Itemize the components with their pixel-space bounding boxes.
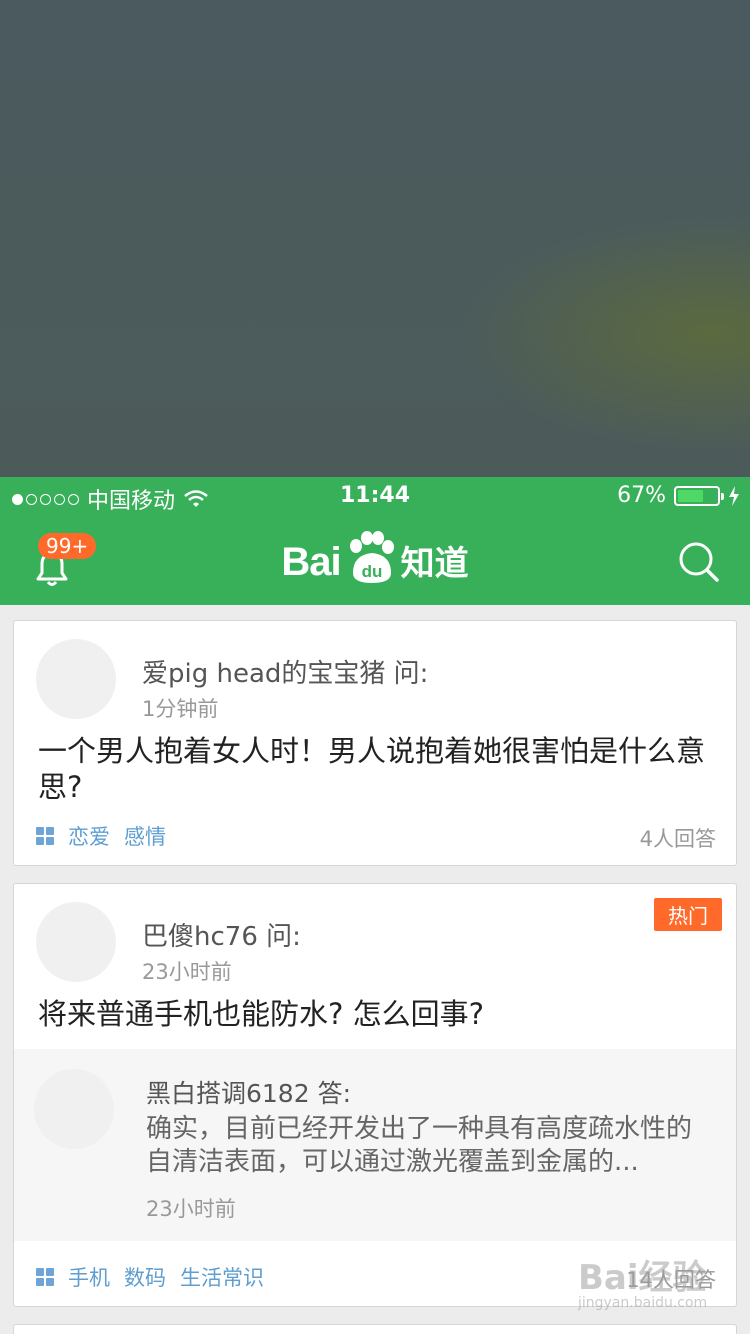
question-card[interactable]: 爱pig head的宝宝猪 问: 1分钟前 一个男人抱着女人时！男人说抱着她很害… xyxy=(13,620,737,866)
nav-bar: 99+ Bai du 知道 xyxy=(0,517,750,605)
logo-bai-text: Bai xyxy=(281,540,341,584)
category-grid-icon xyxy=(36,1268,54,1286)
answerer-name: 黑白搭调6182 答: xyxy=(146,1079,351,1108)
question-card[interactable]: 热门 巴傻hc76 问: 23小时前 将来普通手机也能防水? 怎么回事? 黑白搭… xyxy=(13,883,737,1307)
answer-text: 确实，目前已经开发出了一种具有高度疏水性的自清洁表面，可以通过激光覆盖到金属的.… xyxy=(146,1114,693,1177)
asker-name: 巴傻hc76 问: xyxy=(142,922,301,952)
charging-icon xyxy=(729,485,739,506)
question-title[interactable]: 一个男人抱着女人时！男人说抱着她很害怕是什么意思? xyxy=(38,733,716,805)
paw-icon: du xyxy=(349,531,394,583)
question-time: 23小时前 xyxy=(142,960,232,984)
baidu-jingyan-watermark: Bai经验 jingyan.baidu.com xyxy=(578,1250,707,1311)
tag-list: 手机 数码 生活常识 xyxy=(36,1262,264,1292)
watermark-brand: Bai经验 xyxy=(578,1258,707,1298)
question-title[interactable]: 将来普通手机也能防水? 怎么回事? xyxy=(38,996,716,1032)
tag-link[interactable]: 数码 xyxy=(124,1262,166,1292)
answer-count: 4人回答 xyxy=(639,827,716,851)
status-bar: 中国移动 11:44 67% xyxy=(0,477,750,517)
tag-link[interactable]: 感情 xyxy=(124,821,166,851)
answerer-avatar[interactable] xyxy=(34,1069,114,1149)
search-icon[interactable] xyxy=(678,541,720,583)
tag-link[interactable]: 手机 xyxy=(68,1262,110,1292)
asker-name: 爱pig head的宝宝猪 问: xyxy=(142,659,429,689)
avatar[interactable] xyxy=(36,902,116,982)
logo-paw-text: du xyxy=(361,562,382,581)
hot-badge: 热门 xyxy=(654,898,722,931)
avatar[interactable] xyxy=(36,639,116,719)
best-answer-preview[interactable]: 黑白搭调6182 答: 确实，目前已经开发出了一种具有高度疏水性的自清洁表面，可… xyxy=(14,1049,736,1241)
tag-list: 恋爱 感情 xyxy=(36,821,166,851)
tag-link[interactable]: 恋爱 xyxy=(68,821,110,851)
baidu-zhidao-logo: Bai du 知道 xyxy=(0,529,750,585)
status-right: 67% xyxy=(617,483,740,508)
question-card[interactable] xyxy=(13,1324,737,1334)
blurred-background xyxy=(0,0,750,477)
answer-time: 23小时前 xyxy=(146,1197,236,1221)
battery-icon xyxy=(674,485,724,506)
logo-zhidao-text: 知道 xyxy=(400,544,469,584)
question-time: 1分钟前 xyxy=(142,697,219,721)
battery-percent: 67% xyxy=(617,483,666,508)
watermark-url: jingyan.baidu.com xyxy=(578,1295,708,1311)
tag-link[interactable]: 生活常识 xyxy=(180,1262,264,1292)
category-grid-icon xyxy=(36,827,54,845)
